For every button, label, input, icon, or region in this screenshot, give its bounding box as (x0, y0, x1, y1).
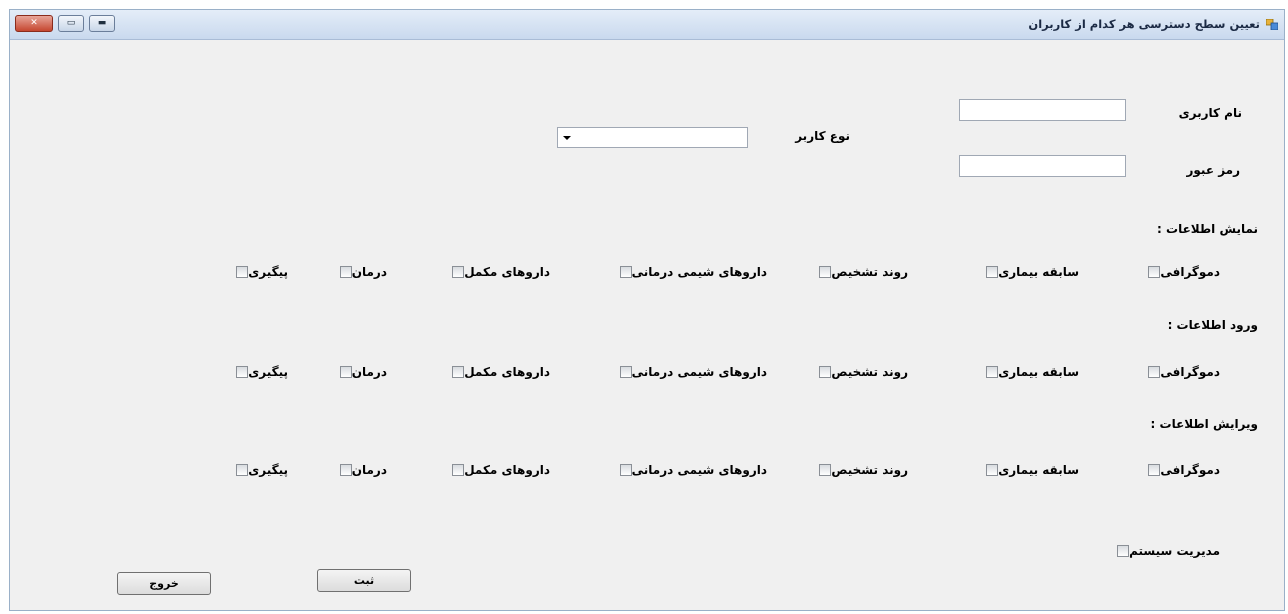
title-bar: ✕ ▭ ▬ تعیین سطح دسترسی هر کدام از کاربرا… (10, 10, 1284, 40)
checkbox-label: پیگیری (248, 265, 288, 279)
maximize-icon: ▭ (66, 18, 76, 28)
close-button[interactable]: ✕ (15, 15, 53, 32)
checkbox-label: مدیریت سیستم (1129, 544, 1220, 558)
checkbox-box[interactable] (819, 266, 832, 278)
checkbox-label: سابقه بیماری (998, 365, 1079, 379)
checkbox-label: داروهای شیمی درمانی (631, 463, 767, 477)
checkbox-box[interactable] (339, 366, 352, 378)
checkbox-box[interactable] (339, 266, 352, 278)
checkbox-label: داروهای مکمل (464, 463, 550, 477)
checkbox-label: روند تشخیص (831, 265, 908, 279)
user-type-label: نوع کاربر (795, 129, 850, 143)
password-label: رمز عبور (1186, 163, 1240, 177)
view-followup-checkbox[interactable]: پیگیری (230, 265, 288, 279)
checkbox-box[interactable] (619, 464, 632, 476)
minimize-button[interactable]: ▬ (89, 15, 115, 32)
checkbox-label: دموگرافی (1160, 265, 1220, 279)
checkbox-label: داروهای مکمل (464, 265, 550, 279)
edit-diagnosis-checkbox[interactable]: روند تشخیص (813, 463, 908, 477)
entry-chemo-drugs-checkbox[interactable]: داروهای شیمی درمانی (614, 365, 767, 379)
checkbox-label: سابقه بیماری (998, 463, 1079, 477)
checkbox-box[interactable] (1148, 366, 1161, 378)
checkbox-box[interactable] (619, 366, 632, 378)
username-input[interactable] (959, 99, 1126, 121)
entry-section-label: ورود اطلاعات : (1167, 318, 1258, 332)
view-chemo-drugs-checkbox[interactable]: داروهای شیمی درمانی (614, 265, 767, 279)
checkbox-box[interactable] (452, 366, 465, 378)
minimize-icon: ▬ (97, 18, 107, 28)
checkbox-label: پیگیری (248, 463, 288, 477)
edit-section-label: ویرایش اطلاعات : (1150, 417, 1258, 431)
edit-supplement-drugs-checkbox[interactable]: داروهای مکمل (446, 463, 550, 477)
checkbox-box[interactable] (452, 266, 465, 278)
checkbox-box[interactable] (236, 464, 249, 476)
entry-followup-checkbox[interactable]: پیگیری (230, 365, 288, 379)
edit-medical-history-checkbox[interactable]: سابقه بیماری (980, 463, 1079, 477)
checkbox-label: روند تشخیص (831, 365, 908, 379)
checkbox-box[interactable] (819, 464, 832, 476)
checkbox-label: دموگرافی (1160, 463, 1220, 477)
submit-button[interactable]: ثبت (317, 569, 411, 592)
checkbox-box[interactable] (1148, 464, 1161, 476)
checkbox-label: دموگرافی (1160, 365, 1220, 379)
checkbox-label: درمان (351, 365, 387, 379)
checkbox-box[interactable] (236, 366, 249, 378)
password-input[interactable] (959, 155, 1126, 177)
maximize-button[interactable]: ▭ (58, 15, 84, 32)
entry-demography-checkbox[interactable]: دموگرافی (1142, 365, 1220, 379)
view-treatment-checkbox[interactable]: درمان (334, 265, 387, 279)
checkbox-box[interactable] (452, 464, 465, 476)
entry-supplement-drugs-checkbox[interactable]: داروهای مکمل (446, 365, 550, 379)
user-type-dropdown[interactable] (557, 127, 748, 148)
checkbox-box[interactable] (986, 464, 999, 476)
view-section-label: نمایش اطلاعات : (1157, 222, 1258, 236)
checkbox-label: پیگیری (248, 365, 288, 379)
edit-followup-checkbox[interactable]: پیگیری (230, 463, 288, 477)
view-medical-history-checkbox[interactable]: سابقه بیماری (980, 265, 1079, 279)
checkbox-box[interactable] (986, 366, 999, 378)
username-label: نام کاربری (1178, 106, 1242, 120)
checkbox-box[interactable] (236, 266, 249, 278)
entry-diagnosis-checkbox[interactable]: روند تشخیص (813, 365, 908, 379)
chevron-down-icon (563, 136, 571, 140)
edit-demography-checkbox[interactable]: دموگرافی (1142, 463, 1220, 477)
checkbox-label: روند تشخیص (831, 463, 908, 477)
checkbox-label: داروهای شیمی درمانی (631, 365, 767, 379)
checkbox-label: سابقه بیماری (998, 265, 1079, 279)
entry-medical-history-checkbox[interactable]: سابقه بیماری (980, 365, 1079, 379)
view-demography-checkbox[interactable]: دموگرافی (1142, 265, 1220, 279)
view-diagnosis-checkbox[interactable]: روند تشخیص (813, 265, 908, 279)
checkbox-label: داروهای شیمی درمانی (631, 265, 767, 279)
entry-treatment-checkbox[interactable]: درمان (334, 365, 387, 379)
checkbox-label: داروهای مکمل (464, 365, 550, 379)
close-icon: ✕ (30, 18, 38, 28)
checkbox-label: درمان (351, 463, 387, 477)
view-supplement-drugs-checkbox[interactable]: داروهای مکمل (446, 265, 550, 279)
app-icon (1266, 19, 1278, 30)
checkbox-box[interactable] (819, 366, 832, 378)
edit-treatment-checkbox[interactable]: درمان (334, 463, 387, 477)
checkbox-box[interactable] (339, 464, 352, 476)
exit-button[interactable]: خروج (117, 572, 211, 595)
window-title: تعیین سطح دسترسی هر کدام از کاربران (1028, 17, 1260, 31)
checkbox-label: درمان (351, 265, 387, 279)
system-admin-checkbox[interactable]: مدیریت سیستم (1111, 544, 1220, 558)
checkbox-box[interactable] (986, 266, 999, 278)
checkbox-box[interactable] (1117, 545, 1130, 557)
edit-chemo-drugs-checkbox[interactable]: داروهای شیمی درمانی (614, 463, 767, 477)
checkbox-box[interactable] (1148, 266, 1161, 278)
checkbox-box[interactable] (619, 266, 632, 278)
